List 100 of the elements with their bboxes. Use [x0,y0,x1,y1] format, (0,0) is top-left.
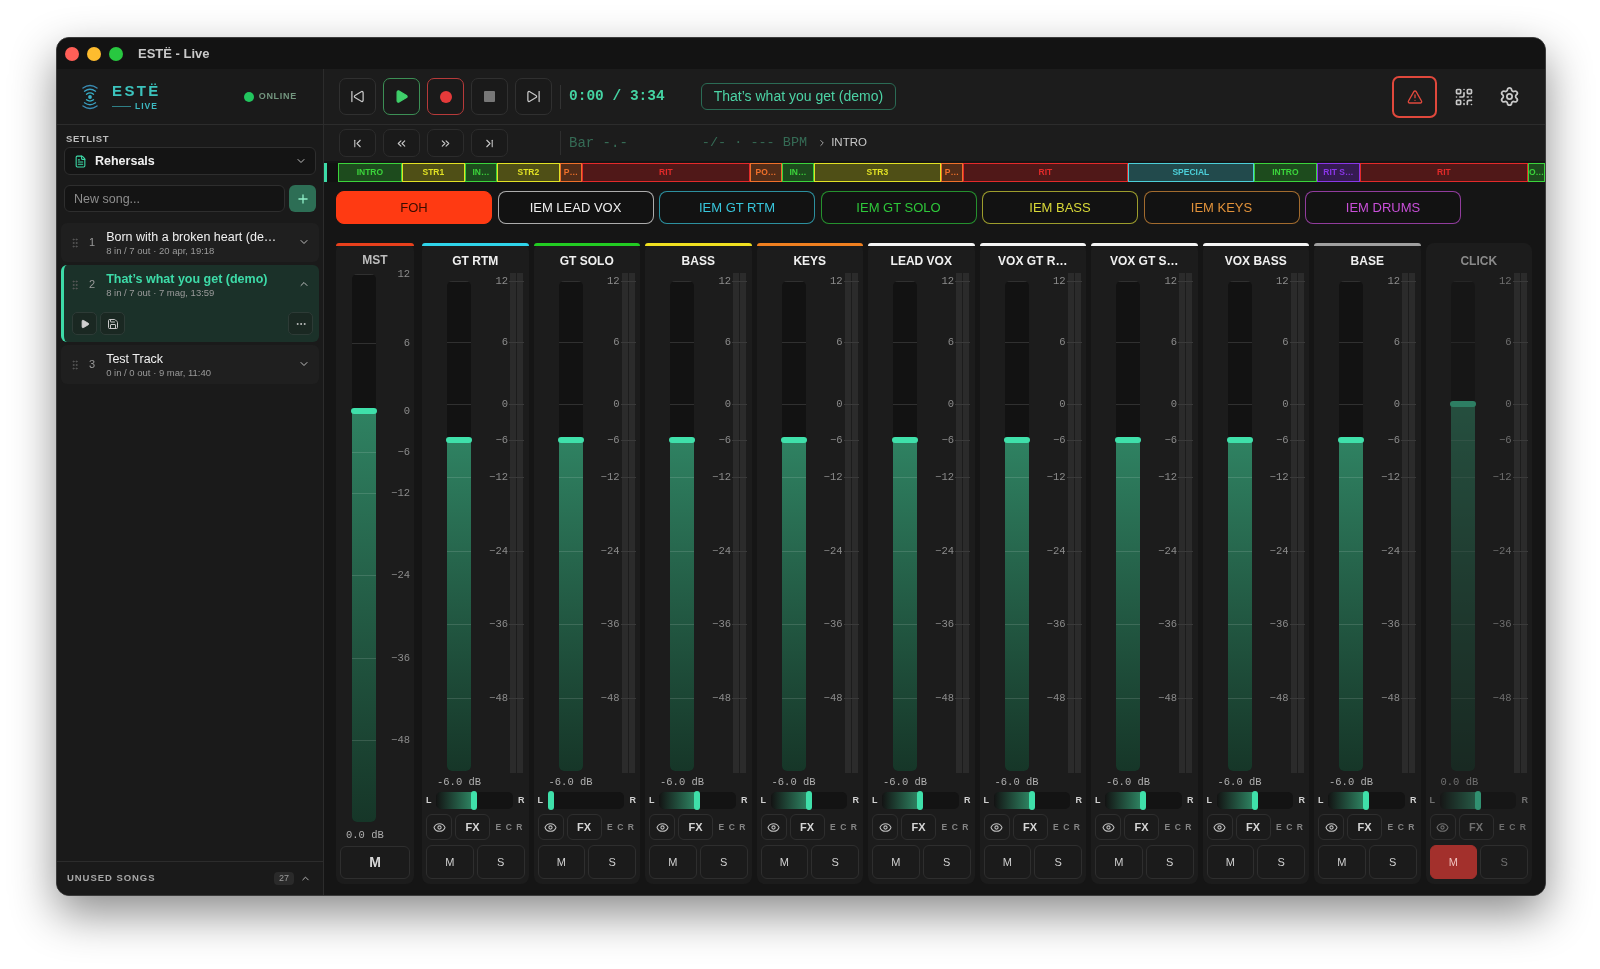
jump-end-button[interactable] [471,129,508,157]
close-button[interactable] [65,46,79,61]
solo-button[interactable]: S [1257,845,1305,879]
timeline-section[interactable]: IN… [464,163,497,182]
pan-slider[interactable] [659,792,736,809]
rewind-button[interactable] [383,129,420,157]
option-toggle[interactable]: E [939,814,950,840]
option-toggle[interactable]: E [1050,814,1061,840]
play-button[interactable] [383,78,420,115]
timeline-section[interactable]: RIT [962,163,1128,182]
visibility-button[interactable] [983,814,1010,840]
pan-slider[interactable] [770,792,847,809]
song-item[interactable]: 1 Born with a broken heart (de… 8 in / 7 out · 20 apr, 19:18 [61,223,319,262]
pan-slider[interactable] [1328,792,1405,809]
option-toggle[interactable]: E [604,814,615,840]
pan-slider[interactable] [993,792,1070,809]
option-toggle[interactable]: R [848,814,859,840]
fader-handle[interactable] [1115,437,1141,444]
setlist-dropdown[interactable]: Rehersals [64,147,316,175]
mute-button[interactable]: M [537,845,586,879]
fader-track[interactable] [1004,281,1029,771]
fader-track[interactable] [1339,281,1363,771]
song-item[interactable]: 2 That’s what you get (demo) 8 in / 7 out · 7 mag, 13:59 [61,265,319,342]
timeline-section[interactable]: RIT [1359,163,1528,182]
visibility-button[interactable] [760,814,787,840]
fader-track[interactable] [1450,281,1475,771]
option-toggle[interactable]: R [960,814,971,840]
timeline-section[interactable]: STR2 [496,163,560,182]
timeline-section[interactable]: RIT [581,163,750,182]
fx-button[interactable]: FX [1124,814,1159,840]
visibility-button[interactable] [1095,814,1121,840]
option-toggle[interactable]: E [1162,814,1173,840]
fx-button[interactable]: FX [901,814,936,840]
visibility-button[interactable] [426,814,452,840]
timeline-section[interactable]: PO… [749,163,782,182]
option-toggle[interactable]: E [827,814,838,840]
fast-forward-button[interactable] [427,129,464,157]
solo-button[interactable]: S [1034,845,1082,879]
option-toggle[interactable]: C [503,814,514,840]
new-song-field[interactable]: New song... [64,185,285,212]
pan-slider[interactable] [882,792,959,809]
fader-track[interactable] [670,281,694,771]
option-toggle[interactable]: R [1183,814,1194,840]
mute-button[interactable]: M [1318,845,1366,879]
option-toggle[interactable]: C [1061,814,1072,840]
mute-button[interactable]: M [872,845,920,879]
option-toggle[interactable]: R [1517,814,1528,840]
mute-button[interactable]: M [760,845,809,879]
solo-button[interactable]: S [1145,845,1194,879]
fader-track[interactable] [447,281,471,771]
play-song-button[interactable] [72,312,97,335]
solo-button[interactable]: S [1368,845,1417,879]
stop-button[interactable] [471,78,508,115]
fader-track[interactable] [352,274,376,822]
option-toggle[interactable]: C [949,814,960,840]
pan-slider[interactable] [1216,792,1293,809]
drag-handle-icon[interactable] [69,236,81,250]
mute-button[interactable]: M [426,845,474,879]
pan-handle[interactable] [1363,791,1370,810]
visibility-button[interactable] [872,814,898,840]
fader-handle[interactable] [557,437,584,444]
pan-handle[interactable] [1474,791,1481,810]
fader-handle[interactable] [892,437,918,444]
add-song-button[interactable] [289,185,316,212]
fx-button[interactable]: FX [789,814,825,840]
fx-button[interactable]: FX [1347,814,1382,840]
pan-handle[interactable] [547,791,554,810]
solo-button[interactable]: S [1480,845,1528,879]
pan-handle[interactable] [1028,791,1035,810]
fader-track[interactable] [1227,281,1252,771]
mute-button[interactable]: M [340,846,410,879]
settings-icon[interactable] [1499,86,1520,107]
fx-button[interactable]: FX [455,814,490,840]
maximize-button[interactable] [109,46,123,61]
output-tab[interactable]: IEM BASS [982,191,1138,224]
fader-handle[interactable] [669,437,695,444]
fx-button[interactable]: FX [1458,814,1494,840]
timeline-section[interactable]: INTRO [337,163,402,182]
timeline-section[interactable]: IN… [781,163,814,182]
fader-track[interactable] [781,281,806,771]
option-toggle[interactable]: C [726,814,737,840]
fader-track[interactable] [558,281,583,771]
fx-button[interactable]: FX [566,814,602,840]
pan-slider[interactable] [1105,792,1182,809]
mute-button[interactable]: M [1206,845,1255,879]
save-button[interactable] [100,312,125,335]
pan-handle[interactable] [805,791,812,810]
jump-start-button[interactable] [339,129,376,157]
output-tab[interactable]: IEM GT RTM [659,191,815,224]
fader-handle[interactable] [1449,400,1476,407]
mute-button[interactable]: M [1095,845,1143,879]
timeline-section[interactable]: P… [559,163,582,182]
pan-handle[interactable] [471,791,478,810]
pan-handle[interactable] [1251,791,1258,810]
solo-button[interactable]: S [476,845,525,879]
option-toggle[interactable]: R [1071,814,1082,840]
skip-forward-button[interactable] [515,78,552,115]
pan-slider[interactable] [547,792,624,809]
pan-slider[interactable] [1439,792,1516,809]
visibility-button[interactable] [537,814,564,840]
